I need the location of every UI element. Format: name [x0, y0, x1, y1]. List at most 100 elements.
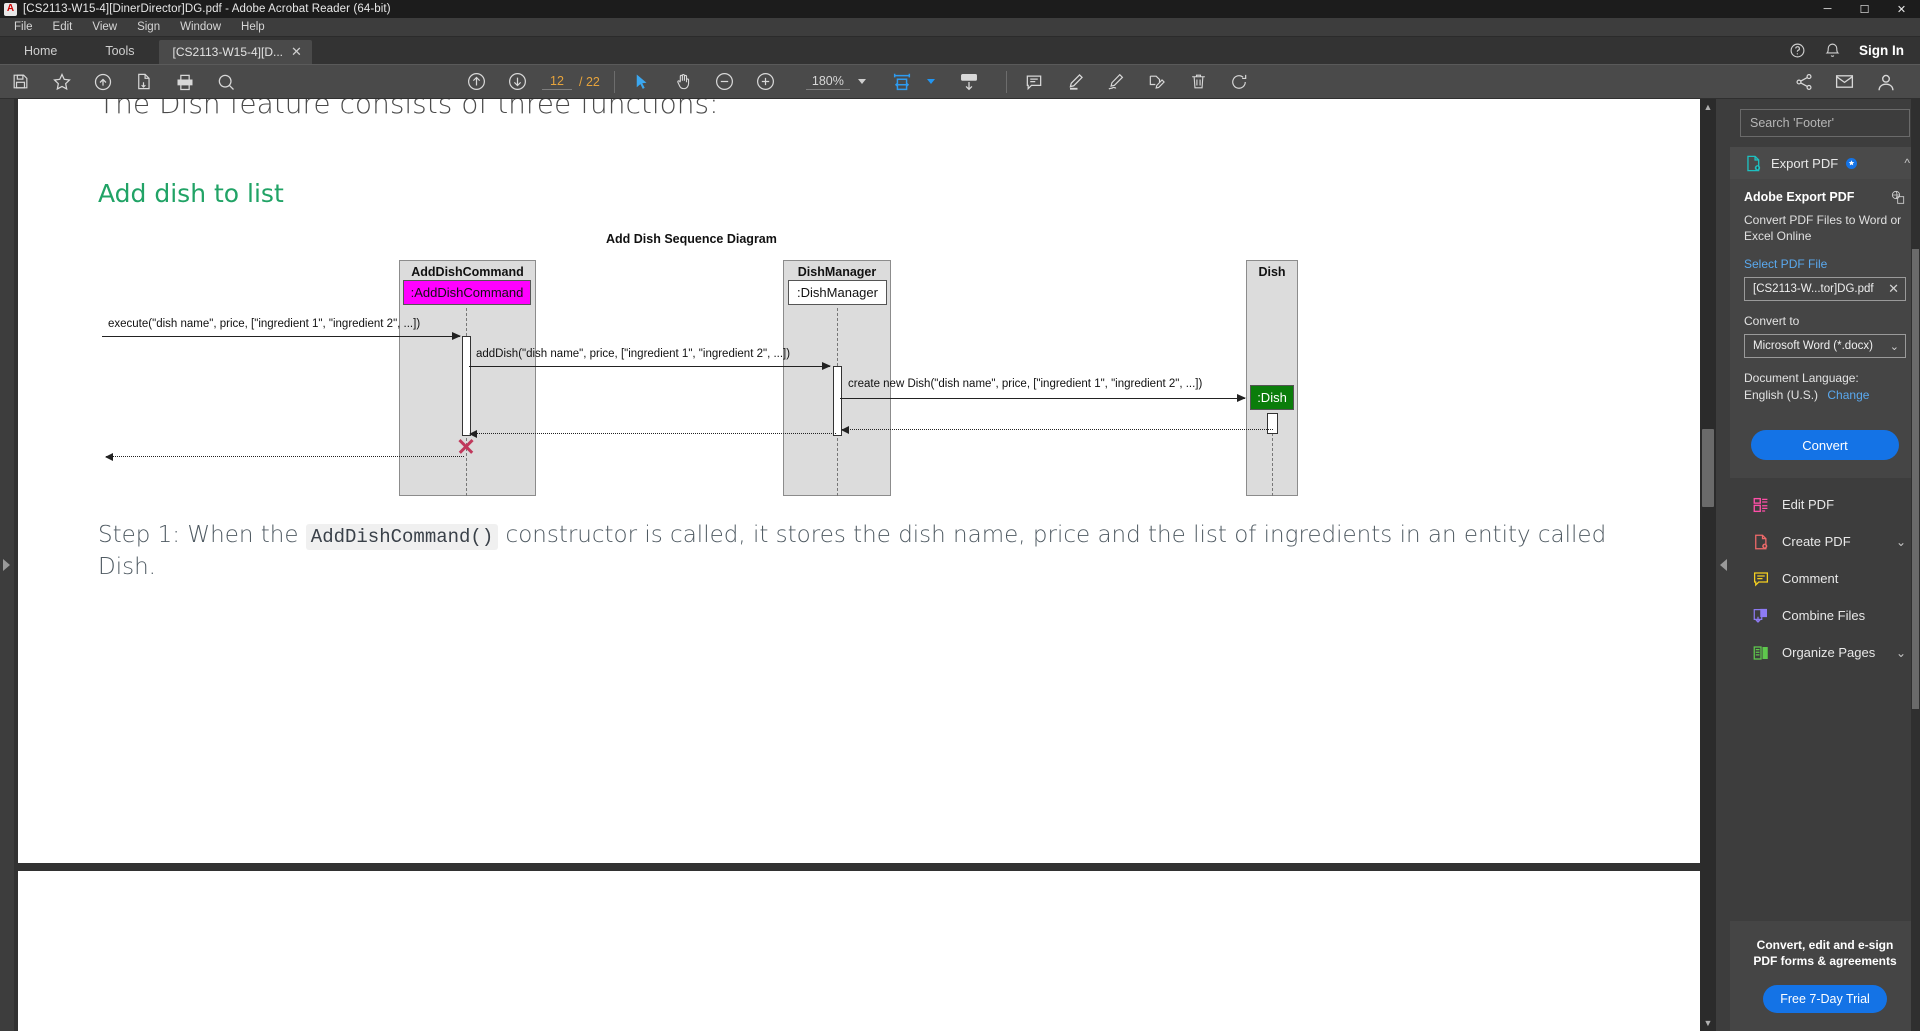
free-trial-button[interactable]: Free 7-Day Trial — [1763, 985, 1887, 1013]
menu-sign[interactable]: Sign — [127, 19, 170, 35]
find-text-icon[interactable] — [205, 64, 246, 99]
highlight-icon[interactable] — [1055, 64, 1096, 99]
clear-file-icon[interactable]: ✕ — [1888, 281, 1899, 297]
convert-to-value: Microsoft Word (*.docx) — [1753, 340, 1873, 353]
arrow-up-circle-icon[interactable] — [456, 64, 497, 99]
change-language-link[interactable]: Change — [1827, 388, 1869, 402]
sequence-diagram: Add Dish Sequence Diagram AddDishCommand… — [98, 228, 1620, 498]
export-pdf-icon — [1744, 154, 1763, 173]
account-icon[interactable] — [1865, 64, 1906, 99]
panel-scrollbar-thumb[interactable] — [1912, 249, 1919, 709]
tool-edit-pdf[interactable]: Edit PDF — [1730, 486, 1920, 523]
tool-comment[interactable]: Comment — [1730, 560, 1920, 597]
fit-width-chevron-icon[interactable] — [926, 79, 935, 84]
tab-strip-right: Sign In — [1789, 37, 1920, 64]
cloud-upload-icon[interactable] — [82, 64, 123, 99]
menu-file[interactable]: File — [4, 19, 43, 35]
notification-bell-icon[interactable] — [1824, 42, 1841, 59]
star-icon[interactable] — [41, 64, 82, 99]
toolbar-tools-group: 180% — [622, 64, 990, 99]
activation-bar-1 — [462, 336, 471, 436]
scrollbar-thumb[interactable] — [1702, 429, 1714, 507]
menu-edit[interactable]: Edit — [43, 19, 83, 35]
comment-icon[interactable] — [1014, 64, 1055, 99]
menu-help[interactable]: Help — [231, 19, 275, 35]
document-tab[interactable]: [CS2113-W15-4][D... ✕ — [158, 40, 312, 64]
cursor-arrow-icon[interactable] — [622, 64, 663, 99]
maximize-button[interactable]: ☐ — [1846, 0, 1883, 18]
page-number-input[interactable]: 12 — [542, 73, 572, 90]
chevron-down-icon[interactable] — [857, 79, 866, 84]
chevron-right-icon — [3, 559, 10, 571]
globe-copy-icon[interactable] — [1890, 189, 1906, 205]
previous-heading: The Dish feature consists of three funct… — [98, 99, 719, 120]
activation-bar-3 — [1267, 413, 1278, 434]
left-panel-toggle[interactable] — [0, 99, 14, 1031]
lifeline-class-dish: Dish — [1258, 265, 1286, 279]
toolbar-page-nav: 12 / 22 — [456, 64, 600, 99]
workspace: The Dish feature consists of three funct… — [0, 99, 1920, 1031]
menu-view[interactable]: View — [82, 19, 127, 35]
zoom-level-input[interactable]: 180% — [805, 73, 850, 90]
panel-scrollbar[interactable] — [1911, 99, 1920, 1031]
edit-pdf-icon — [1752, 496, 1770, 514]
lifeline-class-dishmanager: DishManager — [797, 265, 877, 279]
export-file-icon[interactable] — [123, 64, 164, 99]
hand-icon[interactable] — [663, 64, 704, 99]
nav-tools[interactable]: Tools — [105, 44, 134, 64]
chevron-down-icon[interactable]: ⌄ — [1896, 535, 1906, 549]
tool-label-edit-pdf: Edit PDF — [1782, 497, 1835, 513]
delete-icon[interactable] — [1178, 64, 1219, 99]
tool-create-pdf[interactable]: Create PDF ⌄ — [1730, 523, 1920, 560]
tool-label-combine-files: Combine Files — [1782, 608, 1866, 624]
search-input[interactable]: Search 'Footer' — [1740, 109, 1910, 137]
nav-home[interactable]: Home — [24, 44, 57, 64]
zoom-in-icon[interactable] — [745, 64, 786, 99]
select-pdf-file-link[interactable]: Select PDF File — [1744, 257, 1906, 271]
menu-window[interactable]: Window — [170, 19, 231, 35]
email-icon[interactable] — [1824, 64, 1865, 99]
export-pdf-header[interactable]: Export PDF ^ — [1730, 147, 1920, 179]
section-heading: Add dish to list — [98, 179, 284, 208]
help-circle-icon[interactable] — [1789, 42, 1806, 59]
sign-in-button[interactable]: Sign In — [1859, 43, 1904, 58]
tool-organize-pages[interactable]: Organize Pages ⌄ — [1730, 634, 1920, 671]
sign-icon[interactable] — [1096, 64, 1137, 99]
tool-combine-files[interactable]: Combine Files — [1730, 597, 1920, 634]
chevron-down-icon[interactable]: ⌄ — [1896, 646, 1906, 660]
document-viewer[interactable]: The Dish feature consists of three funct… — [14, 99, 1716, 1031]
share-icon[interactable] — [1783, 64, 1824, 99]
print-icon[interactable] — [164, 64, 205, 99]
fill-sign-icon[interactable] — [1137, 64, 1178, 99]
return-arrow-2 — [469, 430, 836, 438]
selected-file-field[interactable]: [CS2113-W...tor]DG.pdf ✕ — [1744, 277, 1906, 302]
minimize-button[interactable]: ─ — [1809, 0, 1846, 18]
close-icon[interactable]: ✕ — [291, 44, 302, 60]
rotate-icon[interactable] — [1219, 64, 1260, 99]
convert-button[interactable]: Convert — [1751, 430, 1899, 461]
instance-box-dish: :Dish — [1250, 385, 1294, 410]
scroll-mode-icon[interactable] — [949, 64, 990, 99]
close-button[interactable]: ✕ — [1883, 0, 1920, 18]
right-panel-toggle[interactable] — [1716, 99, 1730, 1031]
zoom-out-icon[interactable] — [704, 64, 745, 99]
tools-panel: Search 'Footer' Export PDF ^ Adobe Expor… — [1730, 99, 1920, 1031]
window-title: [CS2113-W15-4][DinerDirector]DG.pdf - Ad… — [23, 3, 391, 15]
document-scrollbar[interactable]: ▲ ▼ — [1700, 99, 1716, 1031]
scroll-up-icon[interactable]: ▲ — [1700, 99, 1716, 115]
return-arrow-3 — [105, 453, 464, 461]
arrow-down-circle-icon[interactable] — [497, 64, 538, 99]
convert-to-select[interactable]: Microsoft Word (*.docx) ⌄ — [1744, 334, 1906, 359]
fit-width-icon[interactable] — [882, 64, 923, 99]
export-pdf-heading: Adobe Export PDF — [1744, 189, 1906, 205]
message-arrow-2 — [469, 362, 831, 370]
pdf-page-next — [18, 871, 1700, 1031]
save-icon[interactable] — [0, 64, 41, 99]
chevron-down-icon[interactable]: ⌄ — [1890, 340, 1899, 353]
toolbar-right-group — [1783, 64, 1906, 99]
scroll-down-icon[interactable]: ▼ — [1700, 1015, 1716, 1031]
chevron-up-icon[interactable]: ^ — [1904, 156, 1910, 170]
promo-text: Convert, edit and e-sign PDF forms & agr… — [1753, 937, 1897, 968]
acrobat-icon: A — [4, 2, 17, 16]
window-controls: ─ ☐ ✕ — [1809, 0, 1920, 18]
